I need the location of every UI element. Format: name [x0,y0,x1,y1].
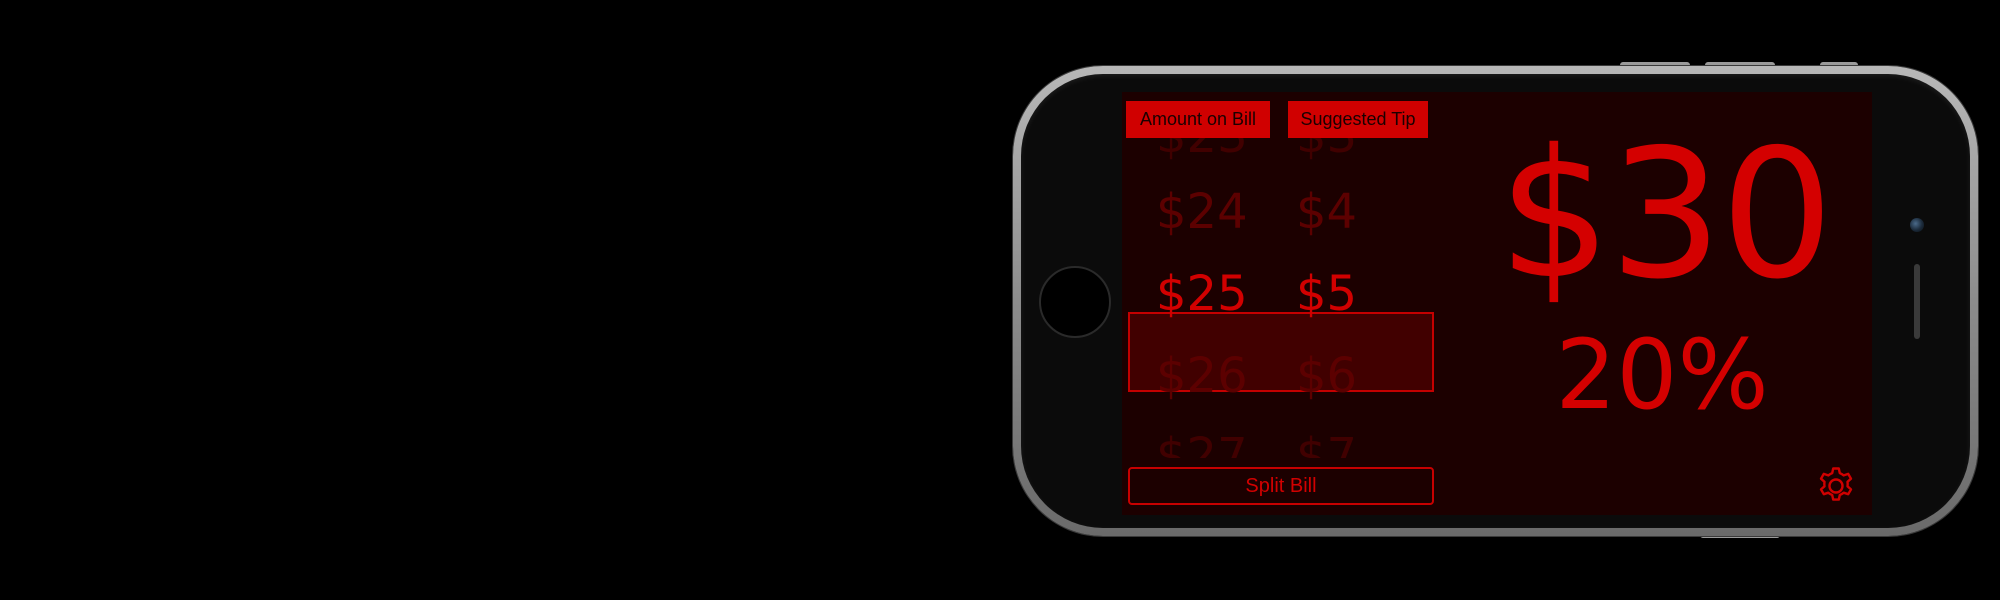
app-screen: $23 $24 $25 $26 $27 $3 $4 $5 $6 $7 Amoun… [1122,92,1872,515]
amount-picker-row[interactable]: $23 [1156,138,1248,164]
settings-button[interactable] [1815,465,1857,507]
amount-picker-selected-row[interactable]: $25 [1156,266,1248,322]
home-button[interactable] [1039,266,1111,338]
suggested-tip-label: Suggested Tip [1288,101,1428,138]
tip-picker-column[interactable]: $3 $4 $5 $6 $7 [1282,138,1438,458]
tip-picker-selected-row[interactable]: $5 [1296,266,1357,322]
tip-picker-row[interactable]: $4 [1296,184,1357,240]
amount-picker-row[interactable]: $24 [1156,184,1248,240]
gear-icon [1819,467,1853,501]
tip-picker-row[interactable]: $6 [1296,348,1357,404]
tip-percentage-display: 20% [1555,319,1769,431]
front-camera [1910,218,1924,232]
tip-picker-row[interactable]: $3 [1296,138,1357,164]
stage: $23 $24 $25 $26 $27 $3 $4 $5 $6 $7 Amoun… [0,0,2000,600]
bill-tip-picker[interactable]: $23 $24 $25 $26 $27 $3 $4 $5 $6 $7 [1122,138,1438,458]
total-amount-display: $30 [1498,111,1834,318]
amount-picker-column[interactable]: $23 $24 $25 $26 $27 [1122,138,1282,458]
split-bill-button[interactable]: Split Bill [1128,467,1434,505]
earpiece-speaker [1914,264,1920,339]
amount-on-bill-label: Amount on Bill [1126,101,1270,138]
tip-picker-row[interactable]: $7 [1296,428,1357,458]
amount-picker-row[interactable]: $27 [1156,428,1248,458]
amount-picker-row[interactable]: $26 [1156,348,1248,404]
